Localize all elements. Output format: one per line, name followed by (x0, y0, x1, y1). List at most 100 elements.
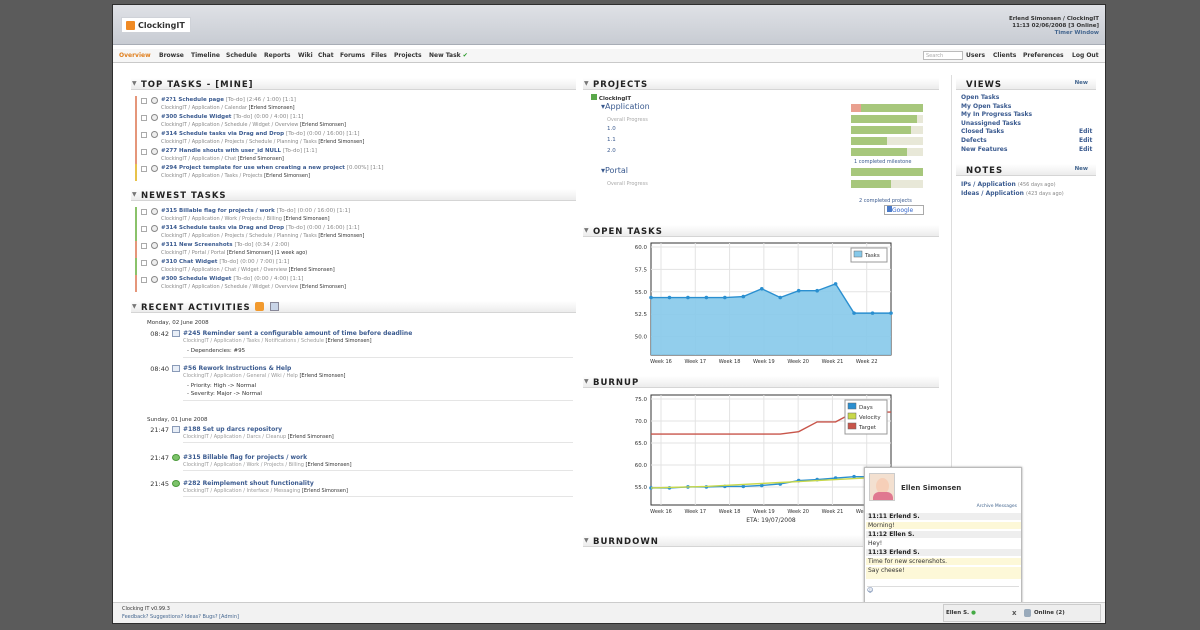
activity-title[interactable]: #56 Rework Instructions & Help (183, 365, 291, 372)
activity-title[interactable]: #188 Set up darcs repository (183, 426, 282, 433)
nav-new-task[interactable]: New Task ✔ (429, 52, 468, 59)
task-title[interactable]: #277 Handle shouts with user_id NULL [To… (161, 148, 317, 154)
google-button[interactable]: Google (884, 205, 924, 215)
edit-view-link[interactable]: Edit (1079, 128, 1092, 135)
activity-title[interactable]: #315 Billable flag for projects / work (183, 454, 307, 461)
notes-header[interactable]: NOTES New (956, 164, 1096, 176)
footer-links[interactable]: Feedback? Suggestions? Ideas? Bugs? [Adm… (122, 614, 239, 620)
newest-tasks-header[interactable]: ▼ NEWEST TASKS (131, 189, 576, 201)
activity-title[interactable]: #245 Reminder sent a configurable amount… (183, 330, 412, 337)
edit-view-link[interactable]: Edit (1079, 137, 1092, 144)
nav-projects[interactable]: Projects (394, 52, 422, 59)
nav-clients[interactable]: Clients (993, 52, 1016, 59)
checkbox[interactable] (141, 209, 147, 215)
task-title[interactable]: #294 Project template for use when creat… (161, 165, 384, 171)
new-view-link[interactable]: New (1075, 80, 1088, 86)
view-link[interactable]: Open Tasks (961, 94, 999, 101)
checkbox[interactable] (141, 243, 147, 249)
task-row[interactable]: #294 Project template for use when creat… (135, 164, 575, 181)
task-title[interactable]: #300 Schedule Widget [To-do] (0:00 / 4:0… (161, 114, 303, 120)
logo[interactable]: ClockingIT (121, 17, 191, 33)
nav-files[interactable]: Files (371, 52, 387, 59)
checkbox[interactable] (141, 226, 147, 232)
task-row[interactable]: #2?1 Schedule page [To-do] (2:46 / 1:00)… (135, 96, 575, 113)
online-count[interactable]: Online (2) (1034, 610, 1065, 616)
task-row[interactable]: #310 Chat Widget [To-do] (0:00 / 7:00) [… (135, 258, 575, 275)
calendar-icon[interactable] (270, 302, 279, 311)
projects-header[interactable]: ▼ PROJECTS (583, 78, 939, 90)
task-title[interactable]: #311 New Screenshots [To-do] (0:34 / 2:0… (161, 242, 290, 248)
nav-users[interactable]: Users (966, 52, 985, 59)
collapse-icon[interactable]: ▼ (584, 537, 589, 544)
nav-browse[interactable]: Browse (159, 52, 184, 59)
task-title[interactable]: #2?1 Schedule page [To-do] (2:46 / 1:00)… (161, 97, 296, 103)
collapse-icon[interactable]: ▼ (132, 303, 137, 310)
checkbox[interactable] (141, 277, 147, 283)
collapse-icon[interactable]: ▼ (132, 191, 137, 198)
project-application[interactable]: ▾Application (601, 102, 650, 111)
task-title[interactable]: #315 Billable flag for projects / work [… (161, 208, 350, 214)
nav-schedule[interactable]: Schedule (226, 52, 257, 59)
activity-title[interactable]: #282 Reimplement shout functionality (183, 480, 314, 487)
recent-activities-header[interactable]: ▼ RECENT ACTIVITIES (131, 301, 576, 313)
open-tasks-header[interactable]: ▼ OPEN TASKS (583, 225, 939, 237)
task-row[interactable]: #314 Schedule tasks via Drag and Drop [T… (135, 130, 575, 147)
close-icon[interactable]: x (1012, 609, 1017, 617)
collapse-icon[interactable]: ▼ (584, 378, 589, 385)
nav-chat[interactable]: Chat (318, 52, 334, 59)
view-link[interactable]: My Open Tasks (961, 103, 1011, 110)
checkbox[interactable] (141, 98, 147, 104)
project-portal[interactable]: ▾Portal (601, 166, 628, 175)
task-row[interactable]: #314 Schedule tasks via Drag and Drop [T… (135, 224, 575, 241)
checkbox[interactable] (141, 166, 147, 172)
collapse-icon[interactable]: ▼ (132, 80, 137, 87)
nav-wiki[interactable]: Wiki (298, 52, 313, 59)
search-input[interactable]: Search (923, 51, 963, 60)
completed-projects-link[interactable]: 2 completed projects (859, 198, 912, 204)
data-point (833, 282, 838, 286)
milestone-link[interactable]: 1.1 (607, 137, 616, 143)
burnup-header[interactable]: ▼ BURNUP (583, 376, 939, 388)
task-row[interactable]: #300 Schedule Widget [To-do] (0:00 / 4:0… (135, 275, 575, 292)
collapse-icon[interactable]: ▼ (584, 80, 589, 87)
nav-reports[interactable]: Reports (264, 52, 291, 59)
checkbox[interactable] (141, 115, 147, 121)
new-note-link[interactable]: New (1075, 166, 1088, 172)
checkbox[interactable] (141, 149, 147, 155)
view-link[interactable]: Unassigned Tasks (961, 120, 1021, 127)
task-title[interactable]: #310 Chat Widget [To-do] (0:00 / 7:00) [… (161, 259, 289, 265)
timer-window-link[interactable]: Timer Window (1009, 30, 1099, 37)
nav-logout[interactable]: Log Out (1072, 52, 1099, 59)
milestone-link[interactable]: 2.0 (607, 148, 616, 154)
nav-forums[interactable]: Forums (340, 52, 365, 59)
nav-preferences[interactable]: Preferences (1023, 52, 1064, 59)
rss-icon[interactable] (255, 302, 264, 311)
note-link[interactable]: Ideas / Application (423 days ago) (961, 190, 1064, 197)
task-row[interactable]: #277 Handle shouts with user_id NULL [To… (135, 147, 575, 164)
collapse-icon[interactable]: ▼ (584, 227, 589, 234)
views-header[interactable]: VIEWS New (956, 78, 1096, 90)
task-title[interactable]: #314 Schedule tasks via Drag and Drop [T… (161, 131, 360, 137)
task-row[interactable]: #300 Schedule Widget [To-do] (0:00 / 4:0… (135, 113, 575, 130)
view-link[interactable]: Defects Edit (961, 137, 1092, 144)
note-link[interactable]: IPs / Application (456 days ago) (961, 181, 1056, 188)
task-title[interactable]: #300 Schedule Widget [To-do] (0:00 / 4:0… (161, 276, 303, 282)
chat-input[interactable]: ☺ (867, 586, 1019, 600)
top-tasks-header[interactable]: ▼ TOP TASKS - [MINE] (131, 78, 576, 90)
nav-timeline[interactable]: Timeline (191, 52, 220, 59)
checkbox[interactable] (141, 132, 147, 138)
view-link[interactable]: My In Progress Tasks (961, 111, 1032, 118)
chat-smiley-icon[interactable]: ☺ (867, 587, 873, 594)
milestone-link[interactable]: 1.0 (607, 126, 616, 132)
view-link[interactable]: Closed Tasks Edit (961, 128, 1092, 135)
checkbox[interactable] (141, 260, 147, 266)
edit-view-link[interactable]: Edit (1079, 146, 1092, 153)
task-row[interactable]: #315 Billable flag for projects / work [… (135, 207, 575, 224)
view-link[interactable]: New Features Edit (961, 146, 1092, 153)
task-row[interactable]: #311 New Screenshots [To-do] (0:34 / 2:0… (135, 241, 575, 258)
burndown-header[interactable]: ▼ BURNDOWN (583, 535, 863, 547)
chat-bar-user[interactable]: Ellen S. ● (946, 610, 976, 616)
archive-messages-link[interactable]: Archive Messages (977, 504, 1017, 509)
completed-milestones-link[interactable]: 1 completed milestone (854, 159, 911, 165)
task-title[interactable]: #314 Schedule tasks via Drag and Drop [T… (161, 225, 360, 231)
